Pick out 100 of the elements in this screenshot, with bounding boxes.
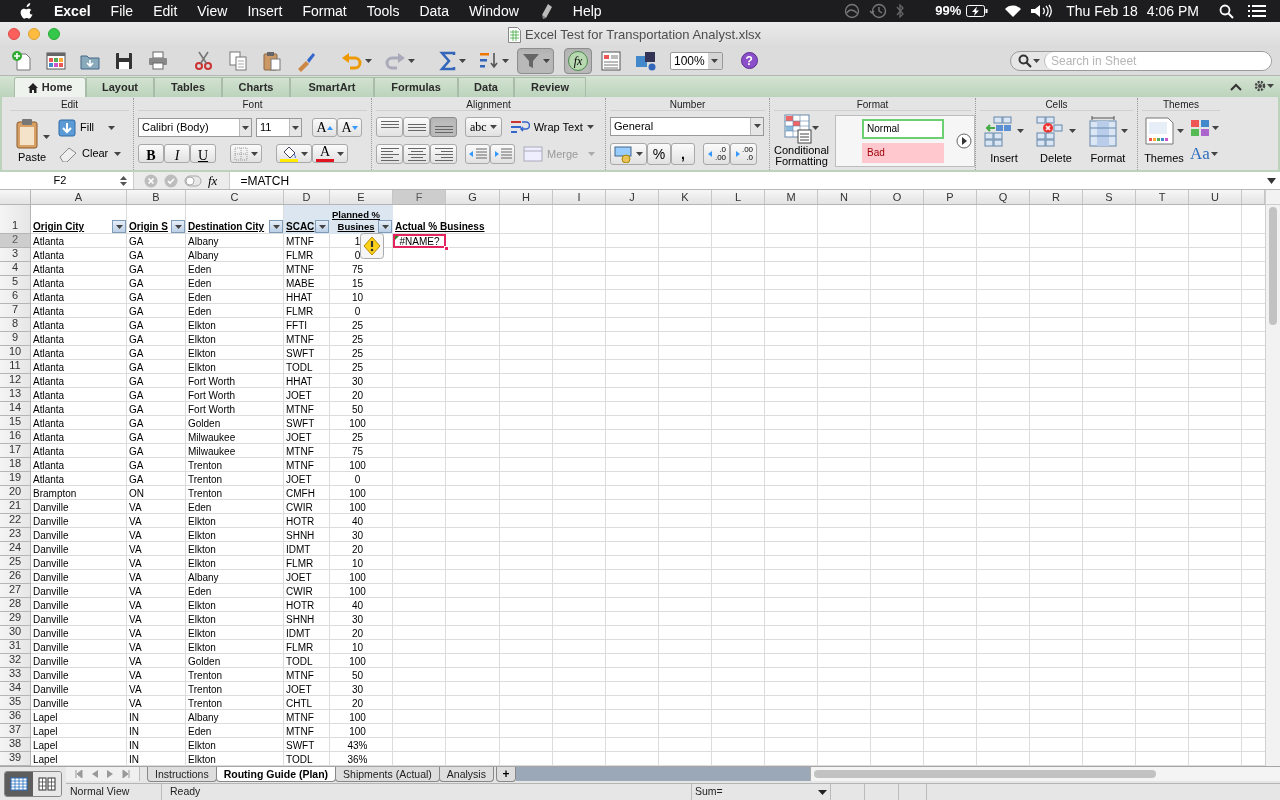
italic-button[interactable]: I: [164, 144, 190, 163]
row-header[interactable]: 15: [0, 416, 31, 430]
font-name-dropdown[interactable]: Calibri (Body): [138, 118, 252, 137]
filter-dropdown-button[interactable]: [112, 220, 126, 233]
font-size-dropdown[interactable]: 11: [256, 118, 302, 137]
bluetooth-icon[interactable]: [895, 3, 906, 19]
row-header[interactable]: 7: [0, 304, 31, 318]
themes-button[interactable]: Themes: [1142, 114, 1186, 167]
stepper-icon[interactable]: [120, 175, 127, 186]
menu-item[interactable]: Window: [469, 0, 519, 22]
font-color-button[interactable]: A: [312, 144, 348, 163]
row-header[interactable]: 34: [0, 682, 31, 696]
column-header[interactable]: U: [1189, 190, 1242, 204]
cell-style-option[interactable]: Bad: [862, 142, 945, 163]
close-button[interactable]: [8, 28, 20, 40]
underline-button[interactable]: U: [190, 144, 216, 163]
row-header[interactable]: 33: [0, 668, 31, 682]
insert-function-button[interactable]: fx: [208, 170, 218, 191]
row-header[interactable]: 26: [0, 570, 31, 584]
caret-icon[interactable]: [1121, 129, 1128, 134]
row-header[interactable]: 35: [0, 696, 31, 710]
row-header[interactable]: 2: [0, 234, 31, 248]
delete-cells-button[interactable]: Delete: [1032, 114, 1080, 167]
row-header[interactable]: 19: [0, 472, 31, 486]
filter-dropdown-button[interactable]: [269, 220, 283, 233]
formula-input[interactable]: =MATCH: [230, 171, 1267, 190]
row-header[interactable]: 12: [0, 374, 31, 388]
ribbon-tab[interactable]: Home: [14, 77, 86, 97]
caret-icon[interactable]: [1017, 129, 1024, 134]
row-header[interactable]: 37: [0, 724, 31, 738]
warning-icon[interactable]: [360, 233, 384, 259]
caret-icon[interactable]: [812, 126, 819, 130]
fill-handle[interactable]: [444, 246, 449, 251]
row-header[interactable]: 9: [0, 332, 31, 346]
caret-icon[interactable]: [459, 58, 466, 63]
menu-clock-time[interactable]: 4:06 PM: [1146, 0, 1199, 22]
caret-icon[interactable]: [1212, 125, 1219, 130]
caret-icon[interactable]: [337, 151, 344, 156]
currency-button[interactable]: [610, 142, 647, 165]
wrap-text-button[interactable]: Wrap Text: [509, 117, 594, 137]
column-header[interactable]: M: [765, 190, 818, 204]
row-header[interactable]: 22: [0, 514, 31, 528]
normal-view-button[interactable]: [5, 772, 33, 796]
row-header[interactable]: 31: [0, 640, 31, 654]
caret-icon[interactable]: [318, 224, 326, 229]
caret-icon[interactable]: [365, 58, 372, 63]
clock-icon[interactable]: [869, 3, 888, 19]
format-cells-button[interactable]: Format: [1084, 114, 1132, 167]
caret-icon[interactable]: [42, 135, 50, 139]
sum-dropdown[interactable]: Sum=: [692, 784, 831, 800]
row-header[interactable]: 28: [0, 598, 31, 612]
caret-icon[interactable]: [586, 125, 594, 129]
bold-button[interactable]: B: [138, 144, 164, 163]
column-header[interactable]: S: [1083, 190, 1136, 204]
row-header[interactable]: 27: [0, 584, 31, 598]
clear-button[interactable]: Clear: [58, 143, 122, 164]
borders-button[interactable]: [230, 144, 262, 163]
caret-icon[interactable]: [108, 125, 116, 130]
column-header[interactable]: F: [393, 190, 446, 204]
column-header[interactable]: Q: [977, 190, 1030, 204]
menu-item[interactable]: Edit: [153, 0, 178, 22]
column-header[interactable]: B: [127, 190, 186, 204]
decrease-decimal-button[interactable]: .0 .00: [703, 142, 730, 165]
sheet-tab[interactable]: Shipments (Actual): [335, 767, 440, 782]
collapse-icon[interactable]: [1230, 83, 1242, 91]
number-format-dropdown[interactable]: General: [610, 116, 764, 136]
shrink-font-button[interactable]: A: [337, 118, 362, 137]
caret-icon[interactable]: [1176, 129, 1184, 134]
row-header[interactable]: 24: [0, 542, 31, 556]
caret-icon[interactable]: [1069, 129, 1076, 134]
row-header[interactable]: 29: [0, 612, 31, 626]
increase-decimal-button[interactable]: .00 .0: [730, 142, 757, 165]
caret-icon[interactable]: [1033, 58, 1040, 63]
row-header[interactable]: 5: [0, 276, 31, 290]
menu-item[interactable]: View: [197, 0, 228, 22]
add-sheet-button[interactable]: +: [495, 767, 516, 782]
row-header[interactable]: 38: [0, 738, 31, 752]
column-header[interactable]: T: [1136, 190, 1189, 204]
sheet-tab[interactable]: Instructions: [147, 767, 217, 782]
row-header[interactable]: 20: [0, 486, 31, 500]
caret-icon[interactable]: [1267, 177, 1276, 184]
theme-fonts-button[interactable]: Aa: [1190, 142, 1218, 165]
horizontal-scrollbar[interactable]: [810, 767, 1280, 781]
percent-button[interactable]: %: [647, 142, 671, 165]
caret-icon[interactable]: [711, 58, 719, 63]
caret-icon[interactable]: [408, 58, 415, 63]
app-menu[interactable]: Excel: [54, 0, 91, 22]
settings-icon[interactable]: [1254, 80, 1266, 92]
highlighted-cell[interactable]: SCAC: [284, 205, 330, 234]
highlighted-cell[interactable]: Planned % Busines: [330, 205, 393, 234]
conditional-formatting-button[interactable]: Conditional Formatting: [774, 114, 830, 167]
menu-item[interactable]: Format: [302, 0, 347, 22]
filter-dropdown-button[interactable]: [378, 220, 392, 233]
caret-icon[interactable]: [489, 125, 497, 129]
caret-icon[interactable]: [272, 224, 280, 229]
align-center-button[interactable]: [403, 144, 430, 164]
wifi-icon[interactable]: [1004, 4, 1023, 18]
caret-icon[interactable]: [1210, 151, 1218, 156]
row-header[interactable]: 25: [0, 556, 31, 570]
caret-icon[interactable]: [174, 224, 182, 229]
